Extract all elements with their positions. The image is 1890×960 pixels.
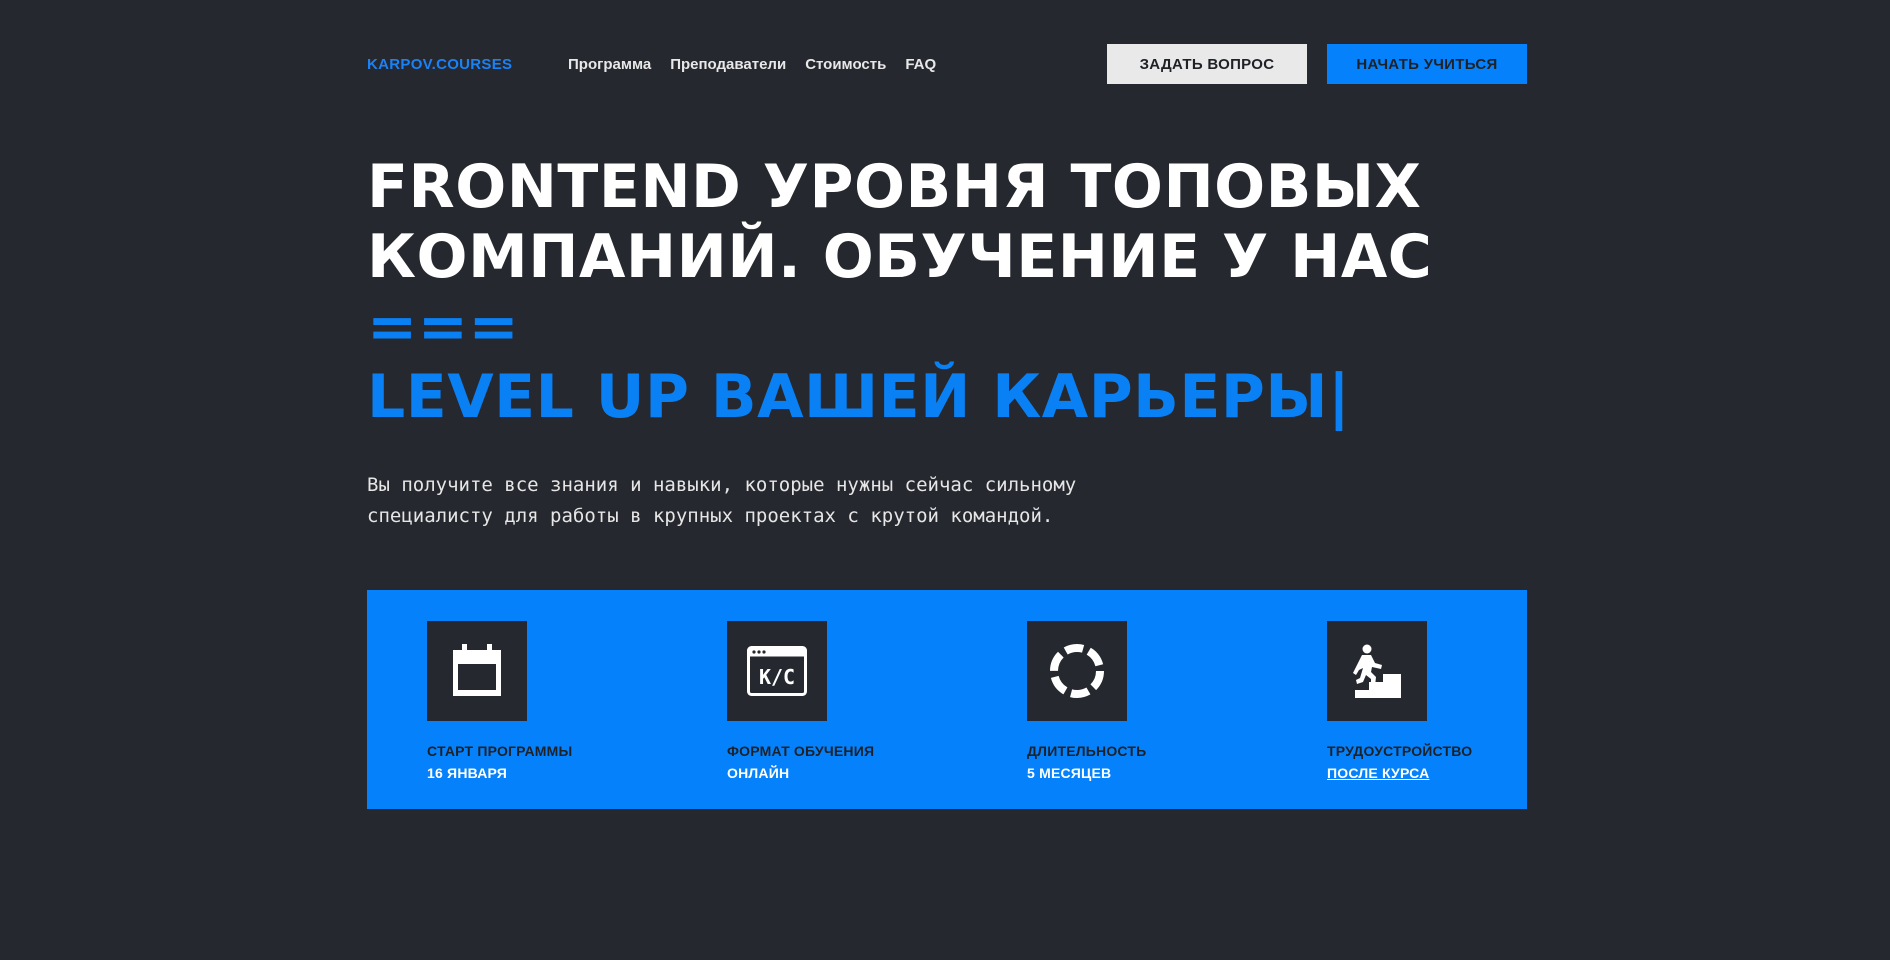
hero-title-line1: FRONTEND УРОВНЯ ТОПОВЫХ [367,152,1422,222]
page: KARPOV.COURSES Программа Преподаватели С… [0,0,1890,960]
main-nav: Программа Преподаватели Стоимость FAQ [568,56,936,73]
hero-title: FRONTEND УРОВНЯ ТОПОВЫХ КОМПАНИЙ. ОБУЧЕН… [367,152,1567,432]
feature-employment-label: ТРУДОУСТРОЙСТВО [1327,743,1473,759]
nav-item-program[interactable]: Программа [568,56,651,73]
hero-description: Вы получите все знания и навыки, которые… [367,474,1077,527]
feature-employment: ТРУДОУСТРОЙСТВО ПОСЛЕ КУРСА [1327,621,1567,781]
calendar-icon [427,621,527,721]
feature-start-value: 16 ЯНВАРЯ [427,765,508,781]
hero-title-line3: LEVEL UP ВАШЕЙ КАРЬЕРЫ| [367,362,1351,432]
logo-link[interactable]: KARPOV.COURSES [367,56,568,73]
feature-duration-value: 5 МЕСЯЦЕВ [1027,765,1112,781]
header-actions: ЗАДАТЬ ВОПРОС НАЧАТЬ УЧИТЬСЯ [1107,44,1527,84]
feature-format-value: ОНЛАЙН [727,765,790,781]
feature-start-label: СТАРТ ПРОГРАММЫ [427,743,573,759]
hero-title-line2: КОМПАНИЙ. ОБУЧЕНИЕ У НАС [367,222,1433,292]
feature-start: СТАРТ ПРОГРАММЫ 16 ЯНВАРЯ [427,621,667,781]
feature-format-label: ФОРМАТ ОБУЧЕНИЯ [727,743,875,759]
svg-text:K/C: K/C [759,665,795,689]
start-learning-button[interactable]: НАЧАТЬ УЧИТЬСЯ [1327,44,1527,84]
feature-duration: ДЛИТЕЛЬНОСТЬ 5 МЕСЯЦЕВ [1027,621,1267,781]
nav-item-price[interactable]: Стоимость [805,56,886,73]
ask-question-button[interactable]: ЗАДАТЬ ВОПРОС [1107,44,1307,84]
hero-title-operator: === [367,292,520,362]
feature-duration-label: ДЛИТЕЛЬНОСТЬ [1027,743,1147,759]
browser-kc-icon: K/C [727,621,827,721]
nav-item-teachers[interactable]: Преподаватели [670,56,786,73]
nav-item-faq[interactable]: FAQ [905,56,936,73]
feature-format: K/C ФОРМАТ ОБУЧЕНИЯ ОНЛАЙН [727,621,967,781]
loading-ring-icon [1027,621,1127,721]
feature-employment-link[interactable]: ПОСЛЕ КУРСА [1327,765,1567,781]
site-header: KARPOV.COURSES Программа Преподаватели С… [367,44,1527,84]
stairs-climber-icon [1327,621,1427,721]
course-info-band: СТАРТ ПРОГРАММЫ 16 ЯНВАРЯ K/C ФОРМАТ ОБУ… [367,590,1527,809]
